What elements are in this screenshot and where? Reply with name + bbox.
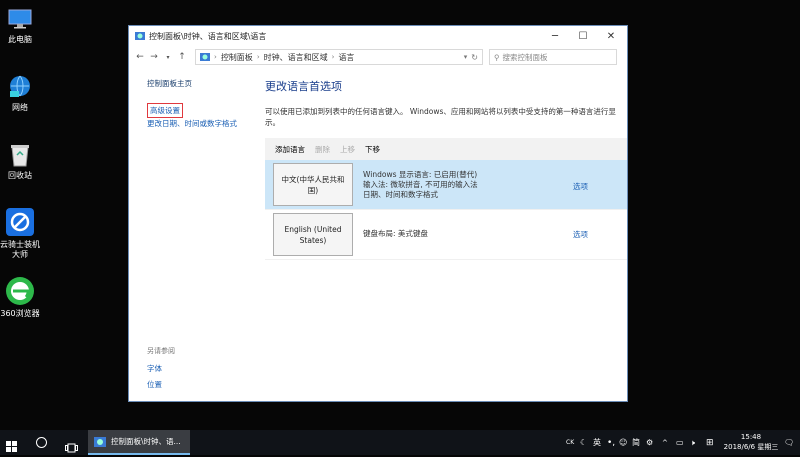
search-icon: ⚲ (494, 52, 500, 62)
desktop-icon-360-browser[interactable]: 360浏览器 (0, 276, 42, 319)
language-name-button[interactable]: English (United States) (273, 213, 353, 256)
task-view-icon[interactable] (65, 438, 78, 457)
language-info: Windows 显示语言: 已启用(替代) 输入法: 微软拼音, 不可用的输入法… (363, 170, 478, 200)
back-icon[interactable]: ← (133, 52, 147, 62)
ime-ck[interactable]: CK (566, 430, 574, 455)
taskbar-clock[interactable]: 15:48 2018/6/6 星期三 (722, 432, 780, 452)
settings-gear-icon[interactable]: ⚙ (646, 430, 653, 455)
chevron-down-icon[interactable]: ▾ (161, 54, 175, 61)
control-panel-icon (135, 32, 145, 40)
taskbar-app-label: 控制面板\时钟、语... (111, 437, 181, 446)
see-also-heading: 另请参阅 (147, 347, 175, 355)
up-icon[interactable]: ↑ (175, 52, 189, 62)
control-panel-window: 控制面板\时钟、语言和区域\语言 ─ ☐ ✕ ← → ▾ ↑ › 控制面板 › … (128, 25, 628, 402)
chevron-right-icon: › (256, 53, 260, 61)
keyboard-layout-info: 键盘布局: 美式键盘 (363, 229, 428, 238)
360-browser-icon (5, 276, 35, 306)
search-input[interactable]: ⚲ 搜索控制面板 (489, 49, 617, 65)
move-up-button[interactable]: 上移 (340, 144, 355, 155)
options-link[interactable]: 选项 (573, 181, 588, 192)
control-panel-icon (200, 53, 210, 61)
ime-simplified[interactable]: 简 (632, 430, 640, 455)
refresh-icon[interactable]: ↻ (471, 53, 478, 62)
desktop-icon-label: 此电脑 (8, 35, 32, 44)
language-row[interactable]: English (United States) 键盘布局: 美式键盘 选项 (265, 210, 627, 260)
moon-icon[interactable]: ☾ (580, 430, 587, 455)
yunqishi-icon (5, 207, 35, 237)
minimize-button[interactable]: ─ (541, 26, 569, 46)
desktop-icon-label: 网络 (12, 103, 28, 112)
desktop-icon-network[interactable]: 网络 (0, 74, 40, 113)
close-button[interactable]: ✕ (597, 26, 625, 46)
desktop-icon-computer[interactable]: 此电脑 (0, 6, 40, 45)
control-panel-home-link[interactable]: 控制面板主页 (147, 79, 192, 88)
cortana-icon[interactable] (36, 437, 47, 448)
address-bar: ← → ▾ ↑ › 控制面板 › 时钟、语言和区域 › 语言 ▾ ↻ ⚲ 搜索控… (129, 46, 627, 68)
chevron-right-icon: › (331, 53, 335, 61)
computer-icon (7, 6, 33, 32)
language-toolbar: 添加语言 删除 上移 下移 (265, 138, 627, 160)
change-datetime-link[interactable]: 更改日期、时间或数字格式 (147, 118, 257, 129)
advanced-settings-link[interactable]: 高级设置 (147, 103, 183, 118)
window-title: 控制面板\时钟、语言和区域\语言 (149, 31, 267, 41)
ime-mode[interactable]: 英 (593, 430, 601, 455)
clock-time: 15:48 (740, 433, 762, 441)
maximize-button[interactable]: ☐ (569, 26, 597, 46)
taskbar-app-control-panel[interactable]: 控制面板\时钟、语... (88, 430, 190, 455)
breadcrumb-item[interactable]: 时钟、语言和区域 (264, 52, 328, 63)
desktop-icon-yunqishi[interactable]: 云骑士装机大师 (0, 207, 42, 260)
chevron-right-icon: › (214, 53, 217, 61)
breadcrumb-item[interactable]: 语言 (338, 52, 354, 63)
input-method-info: 输入法: 微软拼音, 不可用的输入法 (363, 180, 478, 189)
page-description: 可以使用已添加到列表中的任何语言键入。 Windows、应用和网站将以列表中受支… (265, 107, 616, 127)
desktop-icon-label: 云骑士装机大师 (0, 240, 40, 259)
options-link[interactable]: 选项 (573, 229, 588, 240)
breadcrumb-item[interactable]: 控制面板 (221, 52, 253, 63)
volume-icon[interactable]: 🕨 (690, 430, 695, 455)
chevron-up-icon[interactable]: ^ (662, 430, 668, 455)
language-name-button[interactable]: 中文(中华人民共和国) (273, 163, 353, 206)
network-tray-icon[interactable]: ▭ (676, 430, 684, 455)
ime-tray-icon[interactable]: ⊞ (706, 430, 714, 455)
language-row[interactable]: 中文(中华人民共和国) Windows 显示语言: 已启用(替代) 输入法: 微… (265, 160, 627, 210)
main-content: 更改语言首选项 可以使用已添加到列表中的任何语言键入。 Windows、应用和网… (265, 78, 627, 260)
search-placeholder: 搜索控制面板 (502, 52, 548, 62)
windows-start-icon[interactable] (6, 437, 17, 456)
language-info: 键盘布局: 美式键盘 (363, 229, 428, 239)
desktop-icon-recycle-bin[interactable]: 回收站 (0, 142, 40, 181)
breadcrumb[interactable]: › 控制面板 › 时钟、语言和区域 › 语言 ▾ ↻ (195, 49, 483, 65)
add-language-button[interactable]: 添加语言 (275, 144, 305, 155)
control-panel-icon (94, 436, 106, 447)
desktop-icon-label: 360浏览器 (0, 309, 40, 318)
location-link[interactable]: 位置 (147, 379, 162, 390)
display-language-status: Windows 显示语言: 已启用(替代) (363, 170, 478, 179)
desktop-icon-label: 回收站 (8, 171, 32, 180)
forward-icon[interactable]: → (147, 52, 161, 62)
format-info: 日期、时间和数字格式 (363, 190, 438, 199)
left-nav: 控制面板主页 高级设置 更改日期、时间或数字格式 另请参阅 字体 位置 (147, 78, 257, 389)
recycle-bin-icon (7, 142, 33, 168)
chevron-down-icon[interactable]: ▾ (464, 53, 468, 61)
network-icon (7, 74, 33, 100)
move-down-button[interactable]: 下移 (365, 144, 380, 155)
remove-button[interactable]: 删除 (315, 144, 330, 155)
emoji-icon[interactable]: ☺ (619, 430, 627, 455)
punctuation-icon[interactable]: •, (607, 430, 615, 455)
notifications-icon[interactable]: 🗨 (784, 430, 794, 455)
clock-date: 2018/6/6 星期三 (723, 443, 779, 451)
page-title: 更改语言首选项 (265, 80, 342, 93)
fonts-link[interactable]: 字体 (147, 363, 162, 374)
